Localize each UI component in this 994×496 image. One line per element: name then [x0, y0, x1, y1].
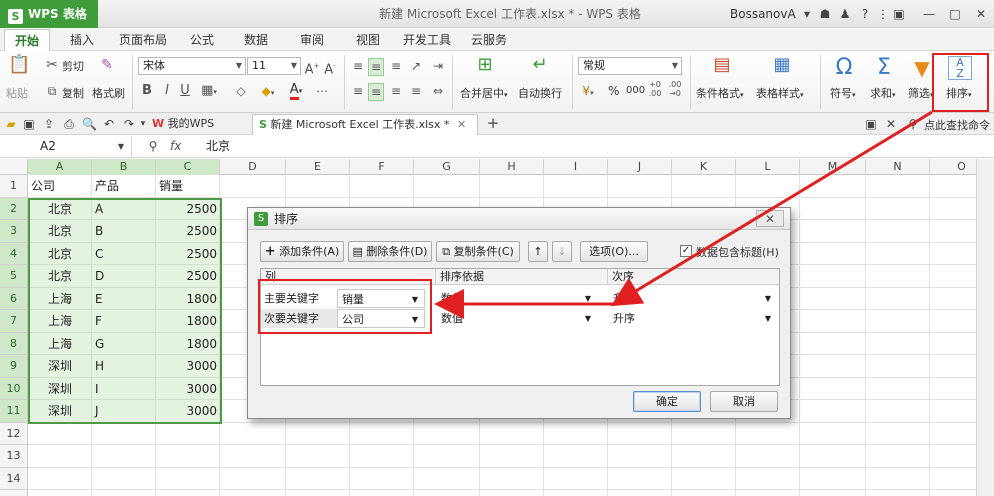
arrow-to-dialog [610, 110, 933, 307]
annotation-arrows [434, 110, 933, 319]
